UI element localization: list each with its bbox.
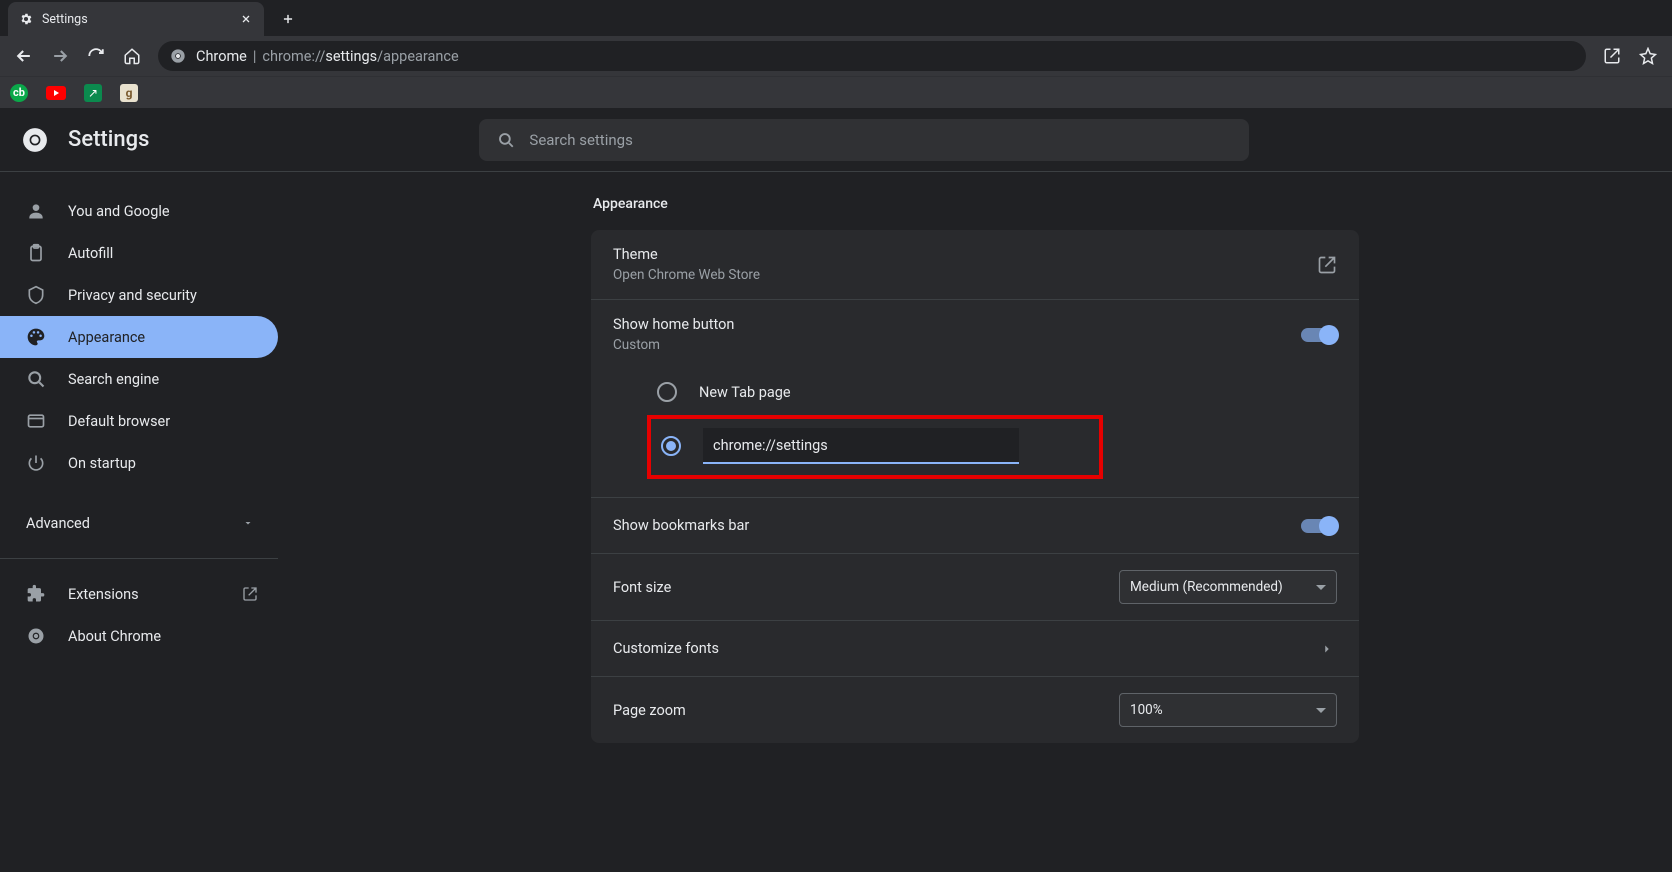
show-home-button-toggle[interactable] [1301, 328, 1337, 342]
sidebar-item-privacy[interactable]: Privacy and security [0, 274, 278, 316]
chevron-right-icon [1317, 639, 1337, 659]
sidebar-advanced-toggle[interactable]: Advanced [0, 502, 278, 544]
person-icon [26, 201, 46, 221]
settings-main: Appearance Theme Open Chrome Web Store S… [278, 172, 1672, 872]
customize-fonts-row[interactable]: Customize fonts [591, 620, 1359, 676]
bookmark-item[interactable] [46, 86, 66, 100]
sidebar-item-appearance[interactable]: Appearance [0, 316, 278, 358]
show-bookmarks-bar-row: Show bookmarks bar [591, 497, 1359, 553]
browser-icon [26, 411, 46, 431]
external-link-icon [1317, 255, 1337, 275]
show-home-button-row: Show home button Custom [591, 299, 1359, 359]
sidebar-item-default-browser[interactable]: Default browser [0, 400, 278, 442]
chrome-icon [26, 626, 46, 646]
chrome-logo-icon [22, 127, 48, 153]
settings-header: Settings Search settings [0, 108, 1672, 172]
section-title: Appearance [591, 196, 1359, 212]
chevron-down-icon [1316, 708, 1326, 713]
share-button[interactable] [1596, 40, 1628, 72]
browser-toolbar: Chrome | chrome://settings/appearance [0, 36, 1672, 76]
palette-icon [26, 327, 46, 347]
font-size-select[interactable]: Medium (Recommended) [1119, 570, 1337, 604]
theme-row[interactable]: Theme Open Chrome Web Store [591, 230, 1359, 299]
browser-tab-strip: Settings [0, 0, 1672, 36]
chevron-down-icon [1316, 585, 1326, 590]
bookmark-item[interactable]: g [120, 84, 138, 102]
gear-icon [18, 11, 34, 27]
omnibox-app-label: Chrome [196, 48, 247, 65]
chevron-down-icon [242, 517, 254, 529]
forward-button[interactable] [44, 40, 76, 72]
radio-checked-icon [661, 436, 681, 456]
power-icon [26, 453, 46, 473]
puzzle-icon [26, 584, 46, 604]
close-icon[interactable] [238, 11, 254, 27]
bookmark-item[interactable]: cb [10, 84, 28, 102]
omnibox-url-part: chrome:// [262, 48, 325, 65]
home-option-newtab[interactable]: New Tab page [613, 369, 1337, 415]
home-button-options: New Tab page [591, 359, 1359, 497]
home-button[interactable] [116, 40, 148, 72]
page-title: Settings [68, 127, 149, 152]
clipboard-icon [26, 243, 46, 263]
font-size-row: Font size Medium (Recommended) [591, 553, 1359, 620]
settings-sidebar: You and Google Autofill Privacy and secu… [0, 172, 278, 872]
radio-unchecked-icon [657, 382, 677, 402]
chrome-icon [170, 48, 186, 64]
external-link-icon [242, 586, 258, 602]
search-settings-input[interactable]: Search settings [479, 119, 1249, 161]
back-button[interactable] [8, 40, 40, 72]
bookmark-item[interactable]: ↗ [84, 84, 102, 102]
omnibox-url-part: /appearance [377, 48, 459, 65]
page-zoom-row: Page zoom 100% [591, 676, 1359, 743]
home-option-custom[interactable] [653, 421, 1093, 471]
sidebar-item-about[interactable]: About Chrome [0, 615, 278, 657]
sidebar-item-search-engine[interactable]: Search engine [0, 358, 278, 400]
tab-title: Settings [42, 12, 238, 27]
page-zoom-select[interactable]: 100% [1119, 693, 1337, 727]
bookmarks-bar: cb ↗ g [0, 76, 1672, 108]
shield-icon [26, 285, 46, 305]
search-icon [497, 131, 515, 149]
sidebar-item-on-startup[interactable]: On startup [0, 442, 278, 484]
appearance-card: Theme Open Chrome Web Store Show home bu… [591, 230, 1359, 743]
sidebar-item-autofill[interactable]: Autofill [0, 232, 278, 274]
omnibox-url-part: settings [325, 48, 377, 65]
reload-button[interactable] [80, 40, 112, 72]
browser-tab-active[interactable]: Settings [8, 2, 264, 36]
show-bookmarks-bar-toggle[interactable] [1301, 519, 1337, 533]
search-placeholder: Search settings [529, 131, 632, 149]
custom-home-url-input[interactable] [703, 428, 1019, 464]
new-tab-button[interactable] [274, 5, 302, 33]
highlight-annotation [647, 415, 1103, 479]
sidebar-item-extensions[interactable]: Extensions [0, 573, 278, 615]
sidebar-item-you-and-google[interactable]: You and Google [0, 190, 278, 232]
search-icon [26, 369, 46, 389]
divider [0, 558, 278, 559]
address-bar[interactable]: Chrome | chrome://settings/appearance [158, 41, 1586, 71]
bookmark-star-button[interactable] [1632, 40, 1664, 72]
